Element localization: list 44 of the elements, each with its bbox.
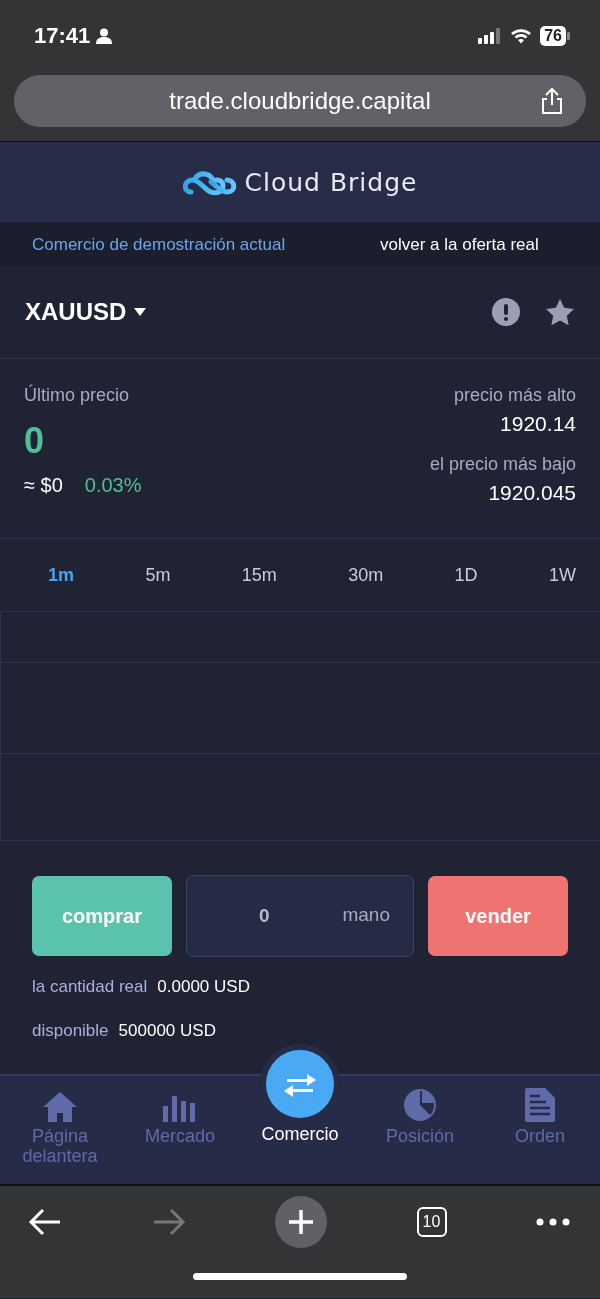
- interval-tab[interactable]: 1m: [46, 560, 76, 590]
- signal-icon: [478, 28, 503, 44]
- battery-indicator: 76: [540, 26, 566, 46]
- unit-label: mano: [342, 904, 390, 926]
- balance-value: 0.0000 USD: [157, 977, 250, 996]
- balance-value: 500000 USD: [118, 1021, 216, 1040]
- symbol-selector[interactable]: XAUUSD: [25, 298, 127, 326]
- interval-tab[interactable]: 1D: [452, 560, 480, 590]
- balance-label: disponible: [32, 1021, 109, 1040]
- last-price-label: Último precio: [24, 385, 131, 406]
- pie-chart-icon: [403, 1088, 437, 1122]
- high-price-value: 1920.14: [500, 412, 576, 436]
- change-percent: 0.03%: [84, 474, 142, 497]
- low-price-label: el precio más bajo: [429, 454, 576, 475]
- new-tab-icon[interactable]: [275, 1196, 327, 1248]
- clock-time: 17:41: [34, 23, 91, 49]
- balance-label: la cantidad real: [32, 977, 148, 996]
- interval-tab[interactable]: 15m: [239, 560, 279, 590]
- brand-name: Cloud Bridge: [244, 167, 418, 197]
- tabs-button[interactable]: 10: [416, 1207, 447, 1237]
- swap-icon: [283, 1071, 317, 1097]
- forward-icon[interactable]: [151, 1208, 186, 1236]
- last-price-value: 0: [24, 420, 46, 462]
- info-icon[interactable]: [492, 298, 520, 326]
- battery-tip-icon: [567, 32, 570, 40]
- account-mode-text: Comercio de demostración actual: [32, 233, 286, 255]
- address-bar[interactable]: trade.cloudbridge.capital: [14, 75, 586, 127]
- interval-tab[interactable]: 30m: [346, 560, 386, 590]
- caret-icon[interactable]: [134, 308, 147, 316]
- document-icon: [525, 1088, 555, 1122]
- more-icon[interactable]: [536, 1218, 570, 1226]
- back-icon[interactable]: [28, 1208, 62, 1236]
- approx-value: ≈ $0: [24, 474, 63, 497]
- home-icon: [43, 1092, 77, 1122]
- star-icon[interactable]: [546, 298, 574, 326]
- person-icon: [96, 28, 113, 44]
- switch-account-link[interactable]: volver a la oferta real: [380, 233, 580, 255]
- share-icon[interactable]: [540, 87, 564, 115]
- nav-tab[interactable]: Comercio: [240, 1044, 360, 1184]
- low-price-value: 1920.045: [488, 481, 576, 505]
- wifi-icon: [510, 28, 533, 44]
- interval-tab[interactable]: 1W: [546, 560, 578, 590]
- interval-tab[interactable]: 5m: [143, 560, 173, 590]
- high-price-label: precio más alto: [453, 385, 576, 406]
